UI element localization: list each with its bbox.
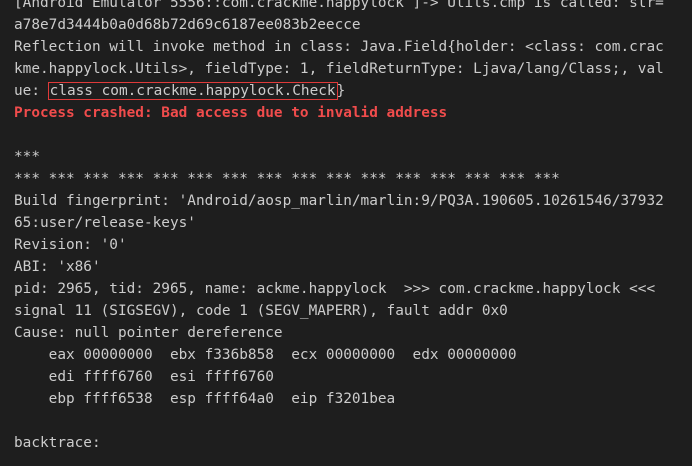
log-line-hash: a78e7d3444b0a0d68b72d69c6187ee083b2eecce	[14, 17, 361, 33]
value-suffix: }	[336, 83, 346, 99]
process-crashed-error: Process crashed: Bad access due to inval…	[14, 105, 448, 121]
backtrace-label: backtrace:	[14, 435, 101, 451]
revision-line: Revision: '0'	[14, 237, 127, 253]
value-prefix: ue:	[14, 83, 49, 99]
registers-line-3: ebp ffff6538 esp ffff64a0 eip f3201bea	[14, 391, 396, 407]
log-line-value: ue: class com.crackme.happylock.Check}	[14, 80, 692, 102]
pid-line: pid: 2965, tid: 2965, name: ackme.happyl…	[14, 281, 656, 297]
highlighted-class-value: class com.crackme.happylock.Check	[47, 82, 338, 100]
abi-line: ABI: 'x86'	[14, 259, 101, 275]
log-line-utils-cmp: [Android Emulator 5556::com.crackme.happ…	[14, 0, 664, 11]
registers-line-1: eax 00000000 ebx f336b858 ecx 00000000 e…	[14, 347, 517, 363]
signal-line: signal 11 (SIGSEGV), code 1 (SEGV_MAPERR…	[14, 303, 508, 319]
registers-line-2: edi ffff6760 esi ffff6760	[14, 369, 274, 385]
tombstone-stars-short: ***	[14, 149, 40, 165]
log-line-field-type: kme.happylock.Utils>, fieldType: 1, fiel…	[14, 61, 664, 77]
build-fingerprint-cont: 65:user/release-keys'	[14, 215, 196, 231]
build-fingerprint: Build fingerprint: 'Android/aosp_marlin/…	[14, 193, 664, 209]
log-line-reflection: Reflection will invoke method in class: …	[14, 39, 664, 55]
terminal-output[interactable]: [Android Emulator 5556::com.crackme.happ…	[0, 0, 692, 466]
cause-line: Cause: null pointer dereference	[14, 325, 283, 341]
tombstone-stars-long: *** *** *** *** *** *** *** *** *** *** …	[14, 171, 560, 187]
